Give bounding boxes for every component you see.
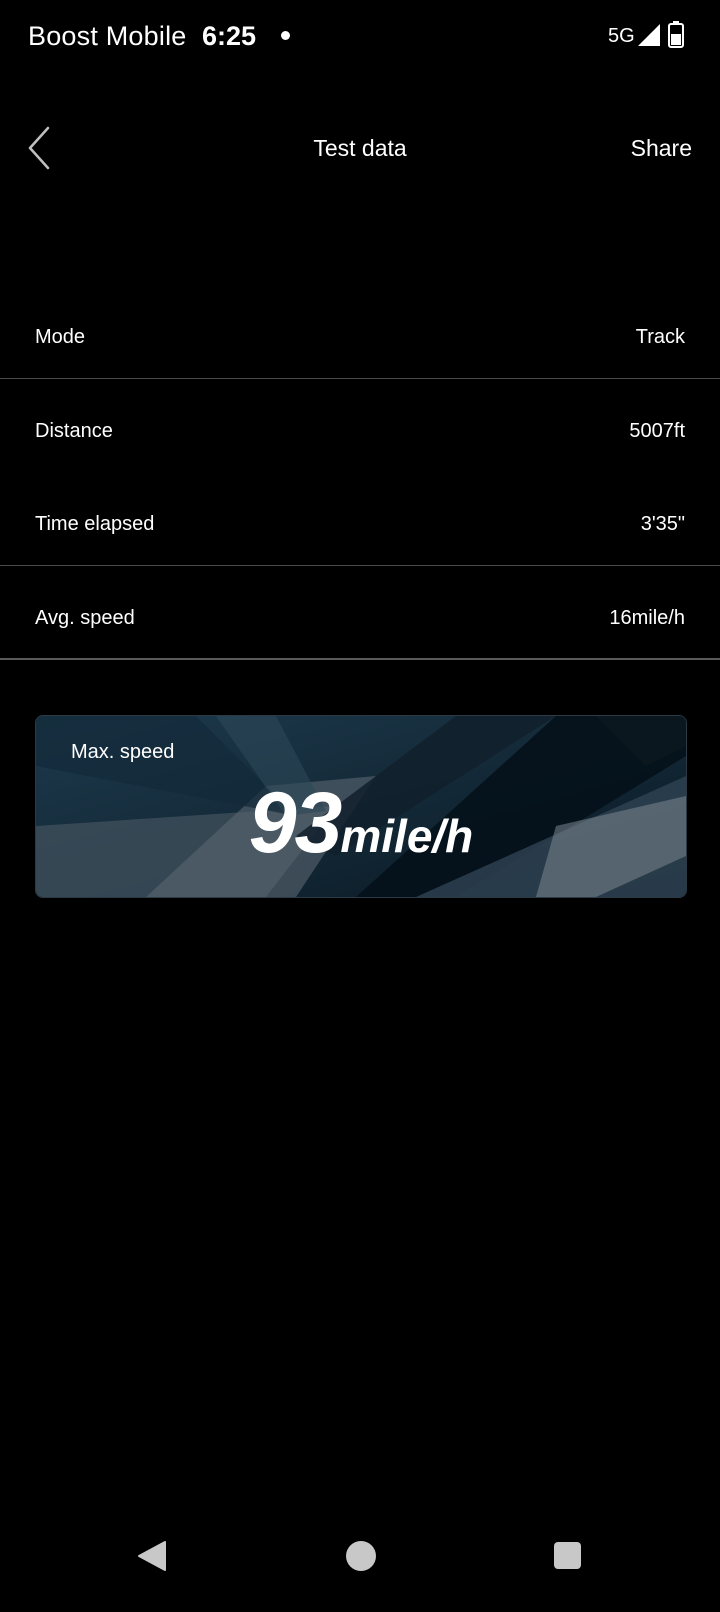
max-speed-unit: mile/h <box>340 810 474 862</box>
max-speed-label: Max. speed <box>71 741 175 763</box>
carrier-name: Boost Mobile <box>28 21 187 51</box>
row-value: 16mile/h <box>609 607 685 629</box>
max-speed-number: 93 <box>248 775 343 871</box>
row-label: Mode <box>35 326 86 348</box>
circle-home-icon[interactable] <box>346 1541 376 1571</box>
row-label: Avg. speed <box>35 607 135 629</box>
row-avg-speed: Avg. speed 16mile/h <box>0 588 720 648</box>
share-button[interactable]: Share <box>631 132 692 164</box>
battery-icon <box>668 21 684 48</box>
row-time-elapsed: Time elapsed 3'35" <box>0 494 720 554</box>
status-time: 6:25 <box>202 21 257 51</box>
row-value: 3'35" <box>640 513 685 535</box>
row-value: 5007ft <box>629 420 685 442</box>
row-value: Track <box>635 326 685 348</box>
triangle-back-icon <box>138 1541 166 1571</box>
network-type: 5G <box>608 25 635 47</box>
nav-back-button[interactable] <box>137 1540 169 1572</box>
system-navigation-bar <box>0 1530 720 1612</box>
signal-icon <box>638 24 660 46</box>
status-bar: Boost Mobile 6:25 5G <box>0 0 720 72</box>
square-recents-icon[interactable] <box>554 1542 581 1569</box>
page-title: Test data <box>313 135 407 161</box>
row-label: Time elapsed <box>35 513 155 535</box>
divider <box>0 658 720 660</box>
divider <box>0 378 720 379</box>
notification-dot-icon <box>281 31 290 40</box>
row-distance: Distance 5007ft <box>0 401 720 461</box>
row-label: Distance <box>35 420 113 442</box>
max-speed-value: 93mile/h <box>36 778 686 881</box>
max-speed-card: Max. speed 93mile/h <box>35 715 687 898</box>
row-mode: Mode Track <box>0 307 720 367</box>
divider <box>0 565 720 566</box>
app-header: Test data Share <box>0 110 720 186</box>
